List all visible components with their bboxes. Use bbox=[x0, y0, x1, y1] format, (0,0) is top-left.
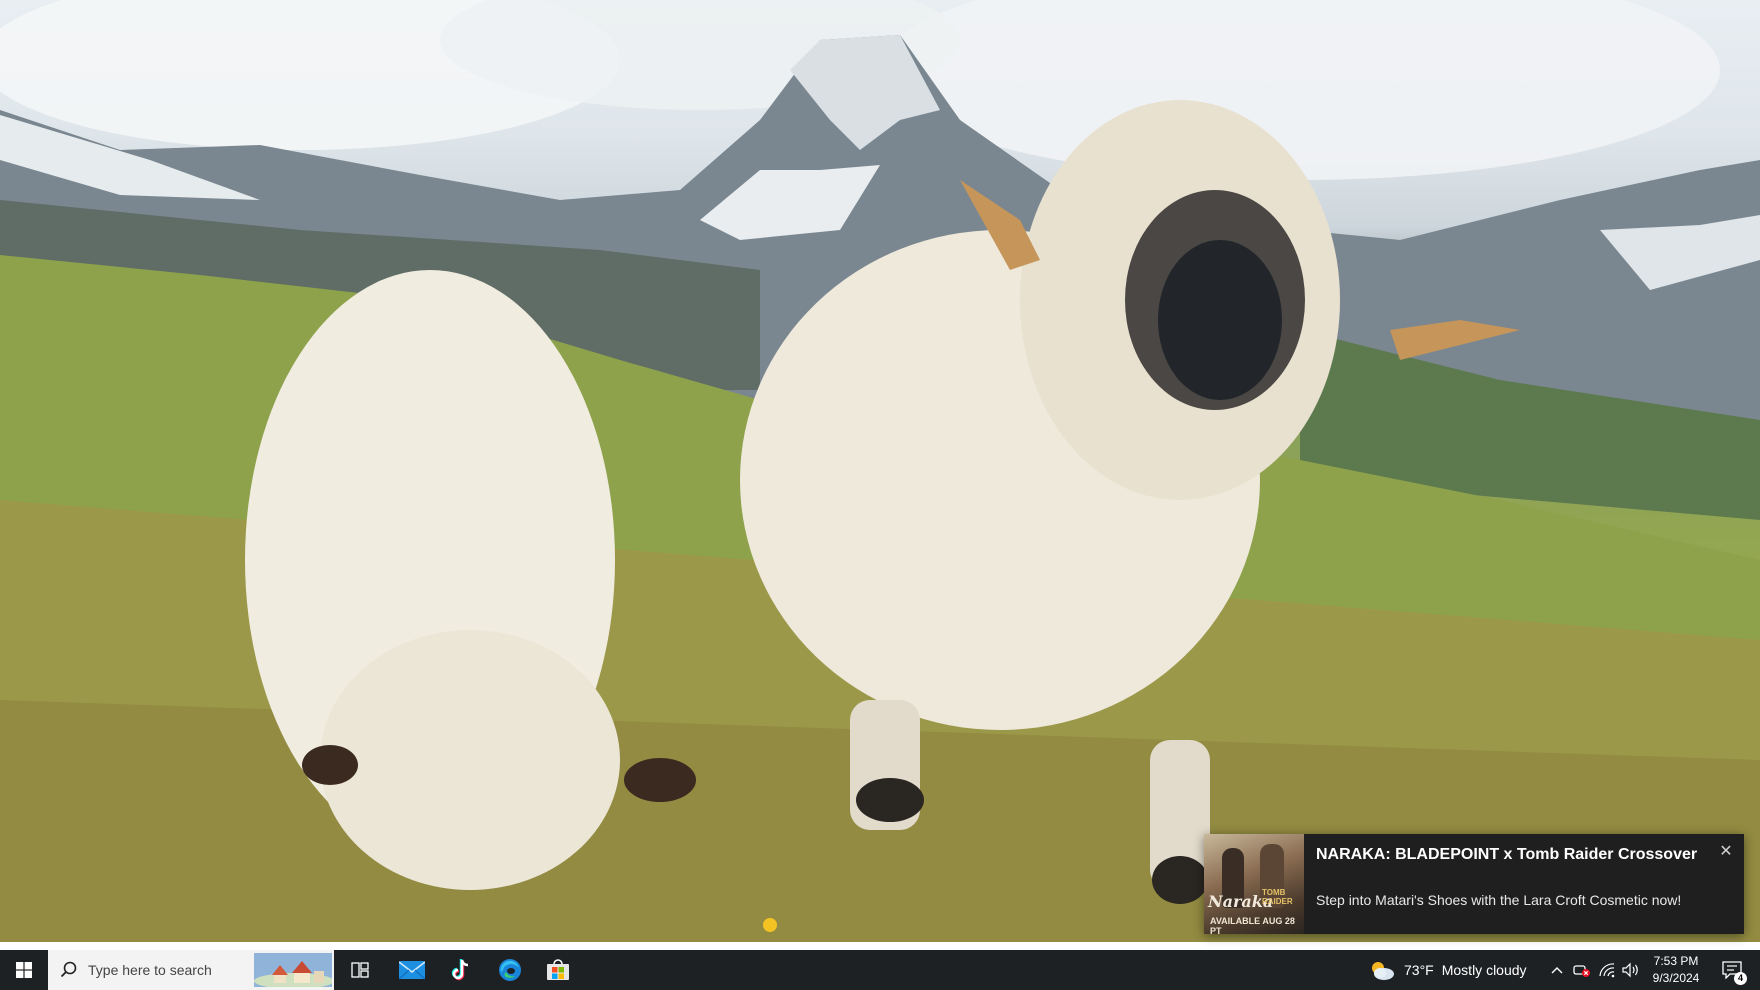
edge-icon bbox=[499, 959, 521, 981]
volume-icon[interactable] bbox=[1619, 950, 1643, 990]
notification-body: Step into Matari's Shoes with the Lara C… bbox=[1316, 892, 1682, 908]
meet-now-icon[interactable] bbox=[1570, 950, 1594, 990]
search-input[interactable]: Type here to search bbox=[48, 950, 334, 990]
availability-caption: AVAILABLE AUG 28 PT bbox=[1210, 916, 1295, 934]
notification-thumbnail: Naraka TOMB RAIDER AVAILABLE AUG 28 PT bbox=[1204, 834, 1304, 934]
windows-logo-icon bbox=[16, 962, 32, 978]
system-clock[interactable]: 7:53 PM 9/3/2024 bbox=[1646, 953, 1706, 987]
mail-icon bbox=[399, 961, 425, 980]
tomb-raider-logo: TOMB RAIDER bbox=[1262, 888, 1293, 906]
taskbar: Type here to search 73°F Mostly cloudy 7… bbox=[0, 950, 1760, 990]
weather-temperature: 73°F bbox=[1404, 962, 1434, 978]
wallpaper-image bbox=[0, 0, 1760, 942]
network-icon[interactable] bbox=[1595, 950, 1619, 990]
weather-condition: Mostly cloudy bbox=[1441, 962, 1527, 978]
search-icon bbox=[60, 961, 77, 978]
edge-app-button[interactable] bbox=[488, 950, 532, 990]
desktop-wallpaper bbox=[0, 0, 1760, 942]
toast-notification[interactable]: Naraka TOMB RAIDER AVAILABLE AUG 28 PT N… bbox=[1204, 834, 1744, 934]
start-button[interactable] bbox=[0, 950, 48, 990]
tiktok-app-button[interactable] bbox=[439, 950, 483, 990]
mail-app-button[interactable] bbox=[390, 950, 434, 990]
task-view-icon bbox=[351, 962, 369, 978]
cloud-sun-icon bbox=[1372, 962, 1394, 980]
task-view-button[interactable] bbox=[340, 950, 380, 990]
tiktok-icon bbox=[451, 959, 469, 981]
close-icon[interactable]: ✕ bbox=[1714, 840, 1738, 864]
search-highlight-icon bbox=[254, 953, 332, 987]
search-placeholder: Type here to search bbox=[88, 962, 212, 978]
notification-title: NARAKA: BLADEPOINT x Tomb Raider Crossov… bbox=[1316, 846, 1698, 863]
store-icon bbox=[547, 959, 569, 980]
clock-date: 9/3/2024 bbox=[1652, 971, 1700, 985]
notification-count-badge: 4 bbox=[1734, 972, 1747, 985]
store-app-button[interactable] bbox=[536, 950, 580, 990]
clock-time: 7:53 PM bbox=[1653, 954, 1699, 968]
action-center-button[interactable]: 4 bbox=[1712, 950, 1752, 990]
weather-widget[interactable]: 73°F Mostly cloudy bbox=[1368, 950, 1527, 990]
chevron-up-icon[interactable] bbox=[1545, 950, 1569, 990]
